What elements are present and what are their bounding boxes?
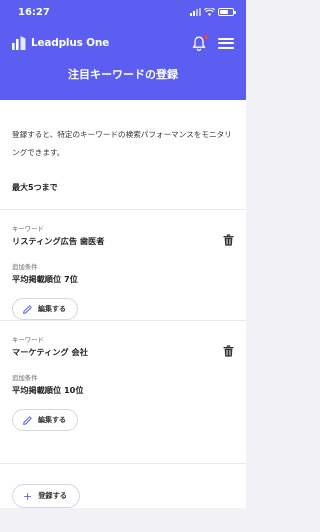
max-count-label: 最大5つまで [0, 176, 246, 210]
keyword-card: キーワード マーケティング 会社 追加条件 平均掲載順位 10位 編集する [0, 321, 246, 464]
footer: + 登録する [0, 464, 246, 508]
add-keyword-button[interactable]: + 登録する [12, 484, 80, 508]
main-content: 登録すると、特定のキーワードの検索パフォーマンスをモニタリングできます。 最大5… [0, 100, 246, 508]
add-button-label: 登録する [38, 491, 67, 500]
condition-value: 平均掲載順位 7位 [12, 274, 78, 284]
header: 16:27 Leadplus One 注目キーワードの登録 [0, 0, 246, 100]
plus-icon: + [23, 489, 33, 503]
edit-button-label: 編集する [38, 416, 66, 424]
status-icons [190, 8, 236, 16]
logo-mark-icon [12, 36, 26, 50]
edit-button[interactable]: 編集する [12, 298, 78, 320]
wifi-icon [204, 8, 215, 16]
trash-icon[interactable] [223, 234, 234, 246]
status-time: 16:27 [18, 6, 50, 18]
condition-value: 平均掲載順位 10位 [12, 385, 84, 395]
notification-button[interactable] [192, 33, 209, 51]
keyword-value: マーケティング 会社 [12, 347, 88, 357]
status-bar: 16:27 [0, 0, 246, 24]
pencil-icon [23, 415, 32, 425]
battery-icon [218, 8, 236, 16]
notification-badge [203, 33, 209, 40]
pencil-icon [23, 304, 32, 314]
edit-button[interactable]: 編集する [12, 409, 78, 431]
signal-icon [190, 8, 201, 16]
keyword-card: キーワード リスティング広告 歯医者 追加条件 平均掲載順位 7位 編集する [0, 210, 246, 321]
keyword-value: リスティング広告 歯医者 [12, 236, 105, 246]
brand-logo[interactable]: Leadplus One [31, 37, 109, 49]
description-text: 登録すると、特定のキーワードの検索パフォーマンスをモニタリングできます。 [12, 130, 232, 157]
keyword-label: キーワード [12, 336, 44, 344]
app-bar: Leadplus One [0, 24, 246, 62]
condition-label: 追加条件 [12, 374, 38, 382]
trash-icon[interactable] [223, 345, 234, 357]
keyword-label: キーワード [12, 225, 44, 233]
condition-label: 追加条件 [12, 263, 38, 271]
menu-icon[interactable] [218, 37, 234, 49]
page-title: 注目キーワードの登録 [68, 68, 178, 81]
edit-button-label: 編集する [38, 305, 66, 313]
